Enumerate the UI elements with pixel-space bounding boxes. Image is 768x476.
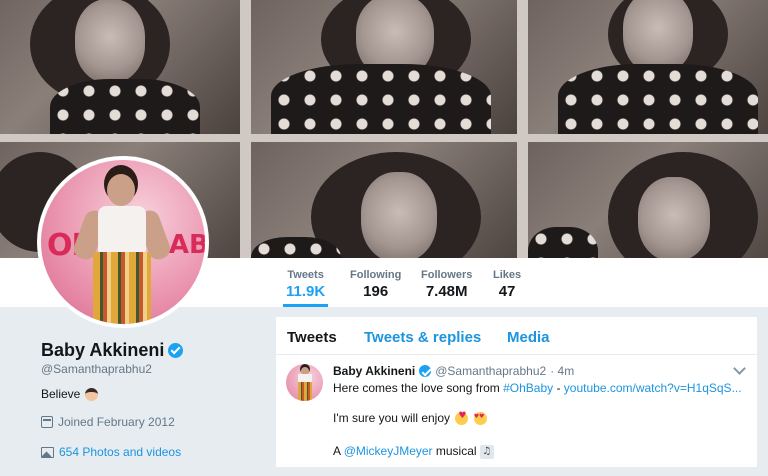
timeline-tabs: Tweets Tweets & replies Media bbox=[276, 317, 757, 355]
tweet-text: musical bbox=[432, 444, 477, 458]
profile-handle[interactable]: @Samanthaprabhu2 bbox=[41, 362, 152, 376]
tweet-author-handle[interactable]: @Samanthaprabhu2 bbox=[435, 364, 546, 378]
stat-value: 47 bbox=[498, 283, 516, 300]
chevron-down-icon[interactable] bbox=[733, 362, 746, 375]
profile-bio-text: Believe bbox=[41, 387, 81, 401]
profile-joined-text: Joined February 2012 bbox=[58, 415, 175, 429]
header-tile-5 bbox=[251, 142, 517, 258]
tweet-text: Here comes the love song from bbox=[333, 381, 504, 395]
tweet-header: Baby Akkineni @Samanthaprabhu2 · 4m bbox=[333, 364, 574, 378]
profile-avatar[interactable]: OH! BABY bbox=[37, 156, 209, 328]
profile-photos-text: 654 Photos and videos bbox=[59, 445, 182, 459]
stat-label: Followers bbox=[421, 269, 473, 281]
verified-badge-icon bbox=[168, 343, 184, 358]
stat-likes[interactable]: Likes 47 bbox=[493, 269, 521, 300]
tweet-text: I'm sure you will enjoy bbox=[333, 411, 450, 425]
verified-badge-icon bbox=[419, 365, 432, 377]
calendar-icon bbox=[41, 416, 53, 428]
header-tile-3 bbox=[528, 0, 768, 134]
hashtag-link[interactable]: #OhBaby bbox=[503, 381, 553, 395]
stat-label: Tweets bbox=[287, 269, 324, 281]
tweet-item[interactable]: Baby Akkineni @Samanthaprabhu2 · 4m Here… bbox=[276, 356, 757, 476]
profile-bio: Believe bbox=[41, 387, 99, 401]
profile-joined: Joined February 2012 bbox=[41, 415, 175, 429]
stat-label: Likes bbox=[493, 269, 522, 281]
timeline: Tweets Tweets & replies Media Baby Akkin… bbox=[276, 317, 757, 467]
heart-eyes-emoji-icon bbox=[473, 412, 487, 426]
tweet-author-name[interactable]: Baby Akkineni bbox=[333, 364, 415, 378]
tweet-text: - bbox=[553, 381, 564, 395]
image-icon bbox=[41, 446, 54, 458]
profile-name[interactable]: Baby Akkineni bbox=[41, 340, 184, 361]
header-tile-1 bbox=[0, 0, 240, 134]
avatar-figure bbox=[98, 206, 146, 252]
tweet-avatar-figure bbox=[298, 382, 312, 401]
header-tile-6 bbox=[528, 142, 768, 258]
avatar-image: OH! BABY bbox=[41, 160, 205, 324]
stat-followers[interactable]: Followers 7.48M bbox=[421, 269, 472, 300]
tab-tweets[interactable]: Tweets bbox=[287, 329, 337, 346]
header-tile-2 bbox=[251, 0, 517, 134]
url-link[interactable]: youtube.com/watch?v=H1qSqS... bbox=[564, 381, 742, 395]
tweet-avatar[interactable] bbox=[286, 364, 323, 401]
tab-tweets-replies[interactable]: Tweets & replies bbox=[364, 329, 481, 346]
tweet-text-line-2: I'm sure you will enjoy bbox=[333, 411, 487, 426]
profile-photos-link[interactable]: 654 Photos and videos bbox=[41, 445, 181, 459]
music-note-emoji-icon: ♫ bbox=[479, 444, 494, 459]
stat-tweets[interactable]: Tweets 11.9K bbox=[282, 269, 329, 307]
stat-value: 11.9K bbox=[286, 283, 326, 300]
person-emoji-icon bbox=[85, 387, 99, 401]
stat-label: Following bbox=[350, 269, 402, 281]
avatar-figure bbox=[93, 252, 151, 324]
tweet-text-line-1: Here comes the love song from #OhBaby - … bbox=[333, 381, 742, 395]
tweet-text: A bbox=[333, 444, 344, 458]
profile-name-text: Baby Akkineni bbox=[41, 340, 165, 360]
tweet-text-line-3: A @MickeyJMeyer musical ♫ bbox=[333, 444, 494, 459]
stat-value: 196 bbox=[363, 283, 389, 300]
stat-value: 7.48M bbox=[425, 283, 468, 300]
mention-link[interactable]: @MickeyJMeyer bbox=[344, 444, 433, 458]
tab-media[interactable]: Media bbox=[507, 329, 550, 346]
smiling-hearts-emoji-icon bbox=[455, 411, 469, 426]
stat-following[interactable]: Following 196 bbox=[350, 269, 401, 300]
avatar-figure bbox=[107, 174, 135, 206]
tweet-timestamp[interactable]: · 4m bbox=[550, 364, 574, 378]
